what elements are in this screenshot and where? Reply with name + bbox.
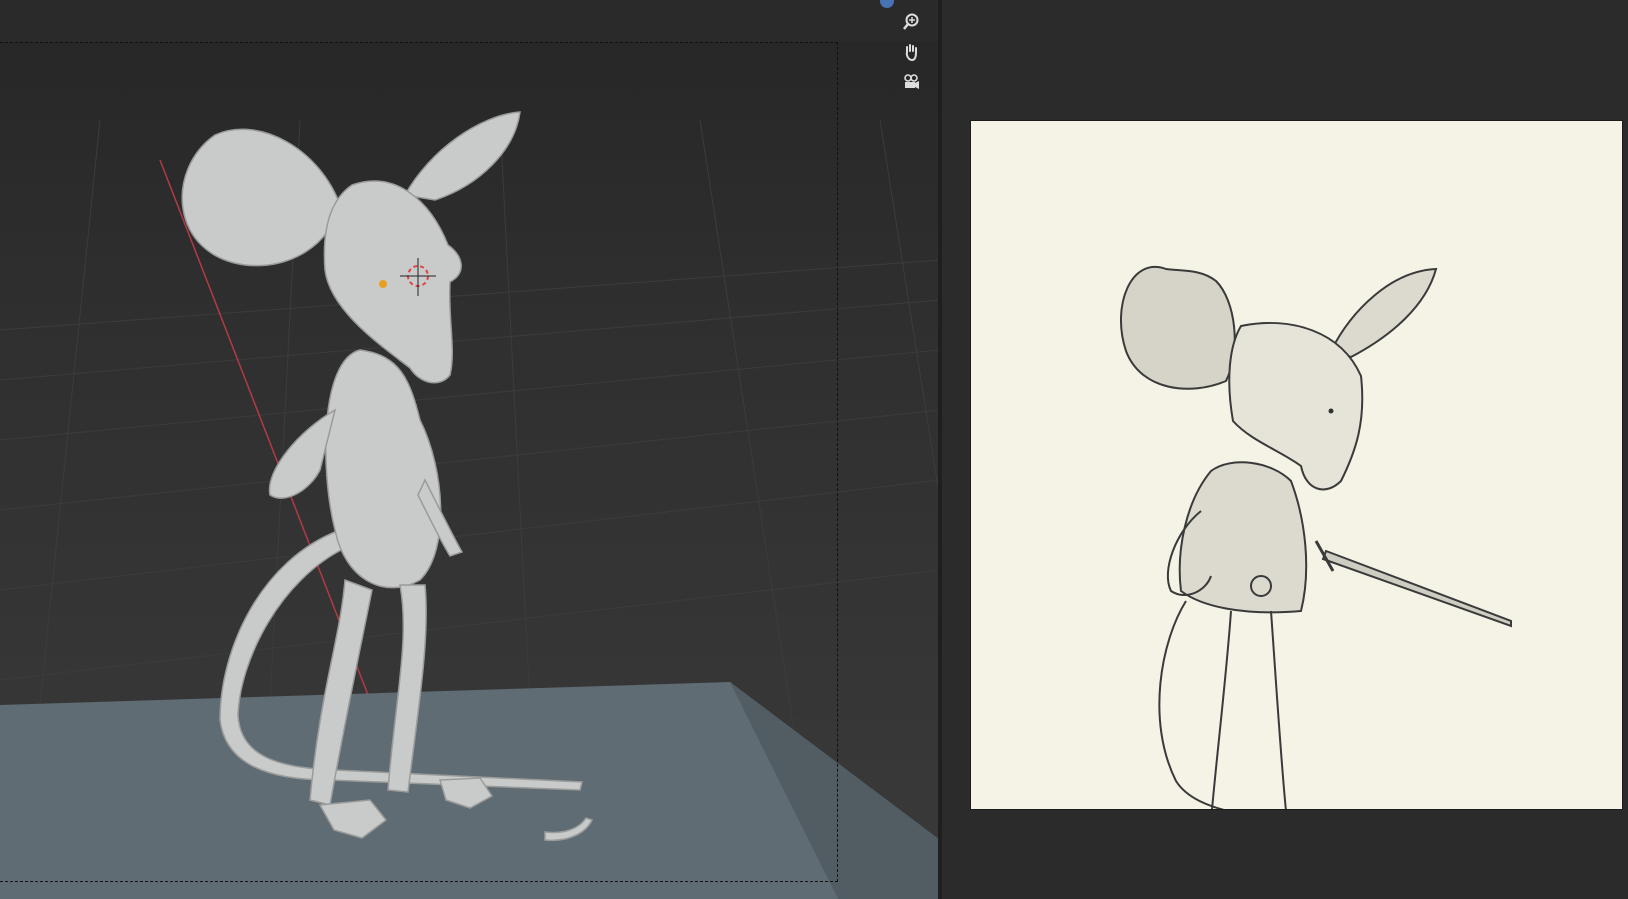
navigation-gizmos bbox=[897, 8, 935, 98]
zoom-icon bbox=[903, 13, 919, 30]
hand-pan-icon bbox=[905, 44, 917, 61]
zoom-button[interactable] bbox=[897, 8, 925, 36]
eye-marker bbox=[379, 280, 387, 288]
reference-image bbox=[970, 120, 1623, 810]
viewport-header bbox=[0, 0, 940, 42]
sketch-eye bbox=[1328, 408, 1334, 414]
camera-view-icon bbox=[904, 74, 919, 89]
3d-viewport[interactable] bbox=[0, 0, 940, 899]
mouse-sketch bbox=[1120, 266, 1512, 809]
viewport-scene bbox=[0, 111, 940, 899]
camera-view-button[interactable] bbox=[897, 68, 925, 96]
pan-button[interactable] bbox=[897, 38, 925, 66]
